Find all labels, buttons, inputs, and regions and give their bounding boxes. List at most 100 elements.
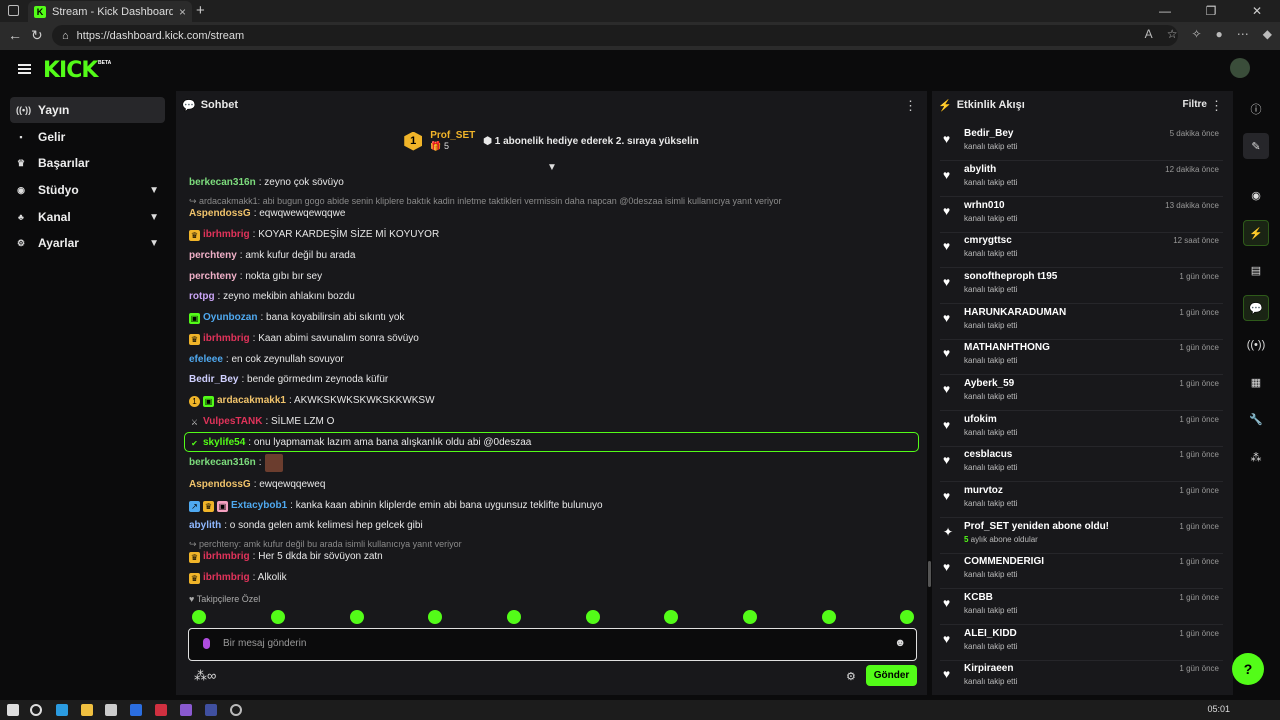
feed-item[interactable]: ♥ ALEI_KIDD kanalı takip etti 1 gün önce: [940, 625, 1223, 661]
feed-item[interactable]: ♥ murvtoz kanalı takip etti 1 gün önce: [940, 482, 1223, 518]
feed-item[interactable]: ♥ cesblacus kanalı takip etti 1 gün önce: [940, 446, 1223, 482]
chat-message[interactable]: AspendossG : ewqewqqeweq: [189, 479, 909, 491]
connections-icon[interactable]: ⁂: [1243, 444, 1269, 470]
feed-item-name[interactable]: KCBB: [964, 592, 993, 603]
chat-message[interactable]: berkecan316n : zeyno çok sövüyo: [189, 177, 909, 189]
chat-message[interactable]: AspendossG : eqwqwewqewqqwe: [189, 208, 909, 220]
site-info-icon[interactable]: ⌂: [62, 30, 69, 42]
chat-username[interactable]: ibrhmbrig: [203, 551, 250, 563]
chat-input[interactable]: Bir mesaj gönderin ☻: [188, 628, 917, 661]
chat-message[interactable]: ♛ ibrhmbrig : Alkolik: [189, 572, 909, 584]
chat-message[interactable]: ↗ ♛ ▣ Extacybob1 : kanka kaan abinin kli…: [189, 500, 909, 512]
activity-lightning-icon[interactable]: ⚡: [1243, 220, 1269, 246]
emote-icon[interactable]: [586, 610, 600, 624]
feed-item-name[interactable]: sonoftheproph t195: [964, 271, 1057, 282]
chat-message[interactable]: berkecan316n :: [189, 454, 909, 472]
chat-settings-icon[interactable]: ⚙: [846, 670, 856, 683]
emote-icon[interactable]: [350, 610, 364, 624]
chat-username[interactable]: AspendossG: [189, 208, 251, 220]
emote-icon[interactable]: [900, 610, 914, 624]
sidebar-item-basarilar[interactable]: ♛ Başarılar: [10, 150, 165, 176]
chat-username[interactable]: ibrhmbrig: [203, 572, 250, 584]
chat-message[interactable]: Bedir_Bey : bende görmedım zeynoda küfür: [189, 374, 909, 386]
sidebar-item-yayin[interactable]: ((•)) Yayın: [10, 97, 165, 123]
edge-icon[interactable]: [56, 704, 68, 716]
edit-icon[interactable]: ✎: [1243, 133, 1269, 159]
printer-icon[interactable]: ▦: [1243, 369, 1269, 395]
feed-item-name[interactable]: MATHANHTHONG: [964, 342, 1050, 353]
chat-username[interactable]: berkecan316n: [189, 457, 256, 469]
chat-toggle-icon[interactable]: 💬: [1243, 295, 1269, 321]
profile-icon[interactable]: ●: [1216, 27, 1223, 41]
feed-options-icon[interactable]: ⋮: [1210, 98, 1223, 114]
chat-options-icon[interactable]: ⋮: [904, 98, 917, 114]
chat-username[interactable]: VulpesTANK: [203, 416, 262, 428]
feed-item-name[interactable]: Kirpiraeen: [964, 663, 1013, 674]
feed-item[interactable]: ♥ sonoftheproph t195 kanalı takip etti 1 gü…: [940, 268, 1223, 304]
chat-username[interactable]: skylife54: [203, 437, 245, 449]
feed-item[interactable]: ♥ HARUNKARADUMAN kanalı takip etti 1 gün ön…: [940, 304, 1223, 340]
camera-icon[interactable]: ◉: [1243, 182, 1269, 208]
chat-username[interactable]: Oyunbozan: [203, 312, 257, 324]
chat-message[interactable]: ♛ ibrhmbrig : Her 5 dkda bir sövüyon zat…: [189, 551, 909, 563]
feed-item-name[interactable]: Ayberk_59: [964, 378, 1014, 389]
emote-icon[interactable]: [507, 610, 521, 624]
sidebar-item-kanal[interactable]: ♣ Kanal ▼: [10, 204, 165, 230]
emoji-picker-icon[interactable]: ☻: [894, 637, 906, 649]
chat-message[interactable]: 1 ▣ ardacakmakk1 : AKWKSKWKSKWKSKKWKSW: [189, 395, 909, 407]
copilot-icon[interactable]: ◆: [1263, 27, 1272, 41]
new-tab-button[interactable]: +: [196, 2, 205, 19]
favorite-star-icon[interactable]: ☆: [1167, 27, 1178, 41]
feed-item-name[interactable]: HARUNKARADUMAN: [964, 307, 1066, 318]
chat-message-mention[interactable]: ✔ skylife54 : onu lyapmamak lazım ama ba…: [189, 437, 909, 449]
info-icon[interactable]: ⓘ: [1243, 96, 1269, 122]
chat-username[interactable]: ardacakmakk1: [217, 395, 286, 407]
feed-item[interactable]: ♥ cmrygttsc kanalı takip etti 12 saat önce: [940, 232, 1223, 268]
kick-logo[interactable]: KICK: [43, 58, 98, 83]
tab-close-icon[interactable]: ×: [179, 5, 186, 19]
chat-message[interactable]: efeleee : en cok zeynullah sovuyor: [189, 354, 909, 366]
chat-username[interactable]: efeleee: [189, 354, 223, 366]
chat-username[interactable]: AspendossG: [189, 479, 251, 491]
chat-message[interactable]: ⚔ VulpesTANK : SİLME LZM O: [189, 416, 909, 428]
feed-item[interactable]: ♥ MATHANHTHONG kanalı takip etti 1 gün önce: [940, 339, 1223, 375]
help-chat-button[interactable]: ?: [1232, 653, 1264, 685]
broadcast-signal-icon[interactable]: ((•)): [1243, 332, 1269, 358]
sidebar-item-studyo[interactable]: ◉ Stüdyo ▼: [10, 177, 165, 203]
chat-username[interactable]: Bedir_Bey: [189, 374, 238, 386]
obs-icon[interactable]: [230, 704, 242, 716]
send-button[interactable]: Gönder: [866, 665, 917, 686]
microphone-icon[interactable]: [203, 638, 210, 649]
collapse-pinned-icon[interactable]: ▼: [547, 162, 557, 173]
chat-username[interactable]: berkecan316n: [189, 177, 256, 189]
feed-item-name[interactable]: ufokim: [964, 414, 997, 425]
minimize-icon[interactable]: —: [1142, 0, 1188, 22]
feed-item-name[interactable]: Prof_SET yeniden abone oldu!: [964, 521, 1109, 532]
collections-icon[interactable]: ✧: [1191, 27, 1201, 41]
user-avatar[interactable]: [1230, 58, 1250, 78]
emote-icon[interactable]: [664, 610, 678, 624]
search-icon[interactable]: [30, 704, 42, 716]
emote-icon[interactable]: [822, 610, 836, 624]
feed-item[interactable]: ♥ Ayberk_59 kanalı takip etti 1 gün önce: [940, 375, 1223, 411]
feed-item-name[interactable]: murvtoz: [964, 485, 1003, 496]
chat-username[interactable]: perchteny: [189, 250, 237, 262]
chat-message[interactable]: perchteny : nokta gıbı bır sey: [189, 271, 909, 283]
emote-icon[interactable]: [743, 610, 757, 624]
feed-item[interactable]: ♥ COMMENDERIGI kanalı takip etti 1 gün önce: [940, 553, 1223, 589]
feed-item-name[interactable]: abylith: [964, 164, 996, 175]
filter-button[interactable]: Filtre: [1183, 99, 1207, 110]
window-close-icon[interactable]: ✕: [1234, 0, 1280, 22]
chat-tools-icon[interactable]: ⁂∞: [194, 668, 216, 684]
chat-message[interactable]: rotpg : zeyno mekibin ahlakını bozdu: [189, 291, 909, 303]
emote-icon[interactable]: [271, 610, 285, 624]
feed-item[interactable]: ♥ abylith kanalı takip etti 12 dakika önce: [940, 161, 1223, 197]
browser-tab[interactable]: K Stream - Kick Dashboard ×: [28, 1, 192, 22]
chat-message[interactable]: ♛ ibrhmbrig : Kaan abimi savunalım sonra…: [189, 333, 909, 345]
chat-message[interactable]: abylith : o sonda gelen amk kelimesi hep…: [189, 520, 909, 532]
store-icon[interactable]: [105, 704, 117, 716]
copilot-app-icon[interactable]: [180, 704, 192, 716]
chat-message[interactable]: ▣ Oyunbozan : bana koyabilirsin abi sıkı…: [189, 312, 909, 324]
refresh-icon[interactable]: ↻: [31, 27, 43, 44]
chat-message[interactable]: perchteny : amk kufur değil bu arada: [189, 250, 909, 262]
